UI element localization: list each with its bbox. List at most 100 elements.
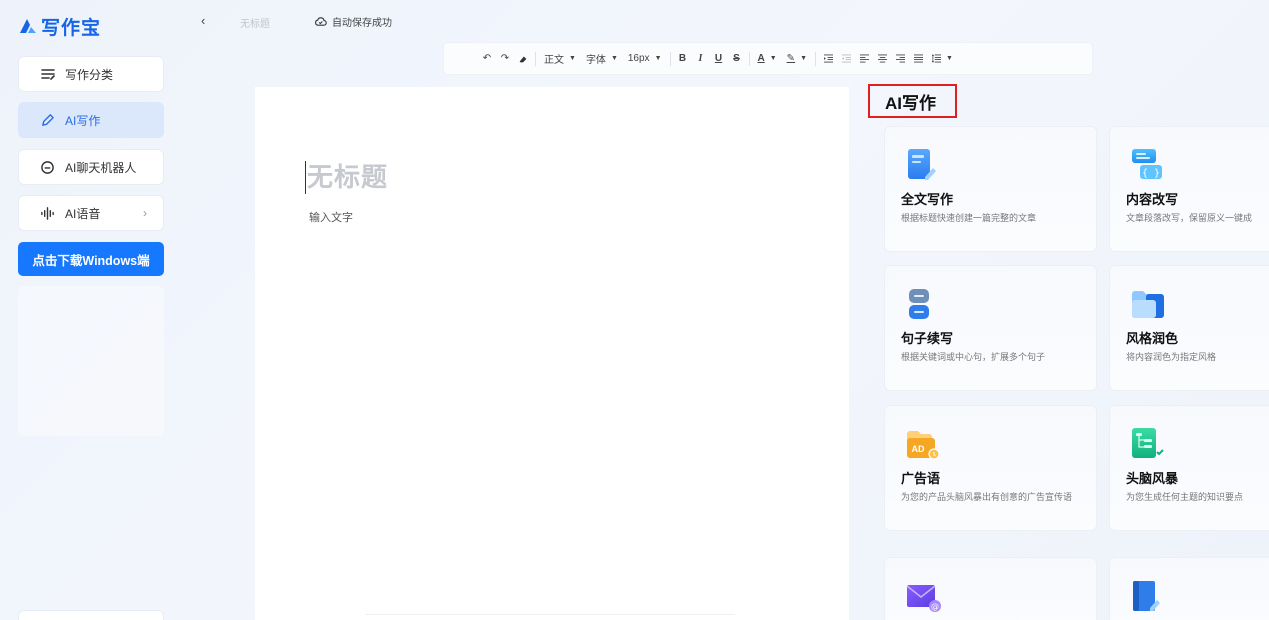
font-color-select[interactable]: A ▼ bbox=[753, 49, 782, 69]
undo-button[interactable]: ↶ bbox=[478, 49, 496, 69]
rewrite-icon: { } bbox=[1132, 149, 1162, 179]
sidebar-item-label: AI聊天机器人 bbox=[65, 160, 137, 175]
align-justify-button[interactable] bbox=[909, 49, 927, 69]
card-desc: 根据标题快速创建一篇完整的文章 bbox=[901, 213, 1037, 223]
sidebar-item-label: AI语音 bbox=[65, 206, 101, 221]
line-height-icon bbox=[932, 54, 941, 63]
underline-button[interactable]: U bbox=[710, 49, 728, 69]
sidebar-item-ai-writing[interactable]: AI写作 bbox=[18, 102, 164, 138]
mindmap-icon bbox=[1132, 428, 1164, 458]
paragraph-style-value: 正文 bbox=[544, 55, 564, 66]
card-title: 句子续写 bbox=[901, 331, 954, 346]
title-input[interactable]: 无标题 bbox=[305, 161, 388, 194]
card-sentence-continue[interactable]: 句子续写 根据关键词或中心句，扩展多个句子 bbox=[884, 265, 1097, 391]
caret-down-icon: ▼ bbox=[654, 55, 662, 62]
caret-down-icon: ▼ bbox=[569, 55, 576, 62]
card-desc: 文章段落改写，保留原义一键成 bbox=[1126, 213, 1253, 223]
align-right-button[interactable] bbox=[891, 49, 909, 69]
save-status: 自动保存成功 bbox=[314, 14, 392, 29]
align-justify-icon bbox=[913, 54, 923, 63]
align-center-button[interactable] bbox=[873, 49, 891, 69]
sidebar-item-writing-category[interactable]: 写作分类 bbox=[18, 56, 164, 92]
toolbar-divider bbox=[669, 51, 671, 66]
bold-button[interactable]: B bbox=[674, 49, 692, 69]
document-name[interactable]: 无标题 bbox=[240, 15, 270, 30]
line-height-select[interactable]: ▼ bbox=[927, 49, 958, 69]
card-title: 内容改写 bbox=[1126, 192, 1179, 207]
toolbar-divider bbox=[535, 51, 536, 66]
strikethrough-icon: S bbox=[733, 53, 740, 64]
app-logo: 写作宝 bbox=[18, 14, 102, 39]
svg-text:@: @ bbox=[931, 602, 939, 611]
back-button[interactable]: ‹ bbox=[201, 13, 205, 28]
font-size-select[interactable]: 16px ▼ bbox=[623, 49, 667, 69]
align-left-button[interactable] bbox=[855, 49, 873, 69]
sidebar-item-ai-chatbot[interactable]: AI聊天机器人 bbox=[18, 149, 164, 185]
card-email[interactable]: @ bbox=[884, 557, 1097, 620]
italic-button[interactable]: I bbox=[692, 49, 710, 69]
document-pen-icon bbox=[908, 149, 936, 180]
card-full-writing[interactable]: 全文写作 根据标题快速创建一篇完整的文章 bbox=[884, 126, 1097, 252]
card-desc: 将内容润色为指定风格 bbox=[1126, 352, 1217, 362]
indent-increase-button[interactable] bbox=[819, 49, 837, 69]
indent-decrease-icon bbox=[841, 54, 851, 63]
audio-wave-icon bbox=[39, 205, 56, 222]
chat-bubble-icon bbox=[39, 159, 56, 176]
card-ad-slogan[interactable]: AD 广告语 为您的产品头脑风暴出有创意的广告宣传语 bbox=[884, 405, 1097, 531]
sidebar-item-ai-voice[interactable]: AI语音 › bbox=[18, 195, 164, 231]
sidebar-bottom-item[interactable] bbox=[18, 610, 164, 620]
logo-icon bbox=[20, 19, 36, 33]
ad-icon: AD bbox=[907, 431, 940, 460]
caret-down-icon: ▼ bbox=[800, 55, 807, 62]
card-title: 头脑风暴 bbox=[1126, 471, 1179, 486]
sidebar-panel bbox=[18, 286, 164, 436]
folder-style-icon bbox=[1132, 291, 1164, 318]
clear-format-button[interactable] bbox=[514, 49, 532, 69]
card-title: 风格润色 bbox=[1126, 331, 1179, 346]
font-family-value: 字体 bbox=[585, 55, 606, 66]
editor-toolbar: ↶ ↷ 正文 ▼ 字体 ▼ 16px ▼ B I U S A ▼ ✎ ▼ ▼ bbox=[443, 42, 1093, 75]
pen-icon bbox=[39, 112, 56, 129]
card-style-polish[interactable]: 风格润色 将内容润色为指定风格 bbox=[1109, 265, 1269, 391]
indent-increase-icon bbox=[823, 54, 833, 63]
card-title: 全文写作 bbox=[901, 192, 954, 207]
ai-panel-title: AI写作 bbox=[868, 84, 957, 118]
caret-down-icon: ▼ bbox=[769, 55, 777, 62]
toolbar-divider bbox=[748, 51, 750, 66]
body-input[interactable]: 输入文字 bbox=[309, 209, 353, 225]
highlight-color-select[interactable]: ✎ ▼ bbox=[782, 49, 812, 69]
font-size-value: 16px bbox=[627, 53, 650, 64]
download-windows-button[interactable]: 点击下载Windows端 bbox=[18, 242, 164, 276]
redo-icon: ↷ bbox=[500, 53, 510, 64]
svg-text:AD: AD bbox=[912, 444, 925, 454]
strikethrough-button[interactable]: S bbox=[728, 49, 746, 69]
svg-text:{ }: { } bbox=[1142, 168, 1160, 179]
book-icon bbox=[1133, 581, 1160, 611]
card-desc: 为您生成任何主题的知识要点 bbox=[1126, 492, 1244, 502]
indent-decrease-button[interactable] bbox=[837, 49, 855, 69]
editor-footer bbox=[365, 614, 735, 620]
cloud-check-icon bbox=[315, 17, 327, 26]
font-family-select[interactable]: 字体 ▼ bbox=[581, 49, 623, 69]
email-icon: @ bbox=[906, 585, 941, 612]
card-book[interactable] bbox=[1109, 557, 1269, 620]
sentence-continue-icon bbox=[909, 289, 929, 319]
underline-icon: U bbox=[714, 53, 723, 64]
card-brainstorm[interactable]: 头脑风暴 为您生成任何主题的知识要点 bbox=[1109, 405, 1269, 531]
italic-icon: I bbox=[698, 53, 703, 64]
app-name: 写作宝 bbox=[41, 17, 102, 39]
caret-down-icon: ▼ bbox=[946, 55, 953, 62]
category-list-icon bbox=[39, 66, 56, 83]
highlight-icon: ✎ bbox=[786, 53, 796, 64]
chevron-right-icon: › bbox=[143, 206, 147, 220]
paragraph-style-select[interactable]: 正文 ▼ bbox=[539, 49, 581, 69]
card-title: 广告语 bbox=[901, 471, 941, 486]
card-desc: 为您的产品头脑风暴出有创意的广告宣传语 bbox=[901, 492, 1073, 502]
eraser-icon bbox=[519, 56, 527, 62]
sidebar-item-label: AI写作 bbox=[65, 113, 101, 128]
redo-button[interactable]: ↷ bbox=[496, 49, 514, 69]
align-right-icon bbox=[895, 54, 905, 63]
card-content-rewrite[interactable]: { } 内容改写 文章段落改写，保留原义一键成 bbox=[1109, 126, 1269, 252]
editor-canvas[interactable]: 无标题 输入文字 bbox=[255, 87, 849, 620]
save-status-text: 自动保存成功 bbox=[332, 18, 392, 29]
